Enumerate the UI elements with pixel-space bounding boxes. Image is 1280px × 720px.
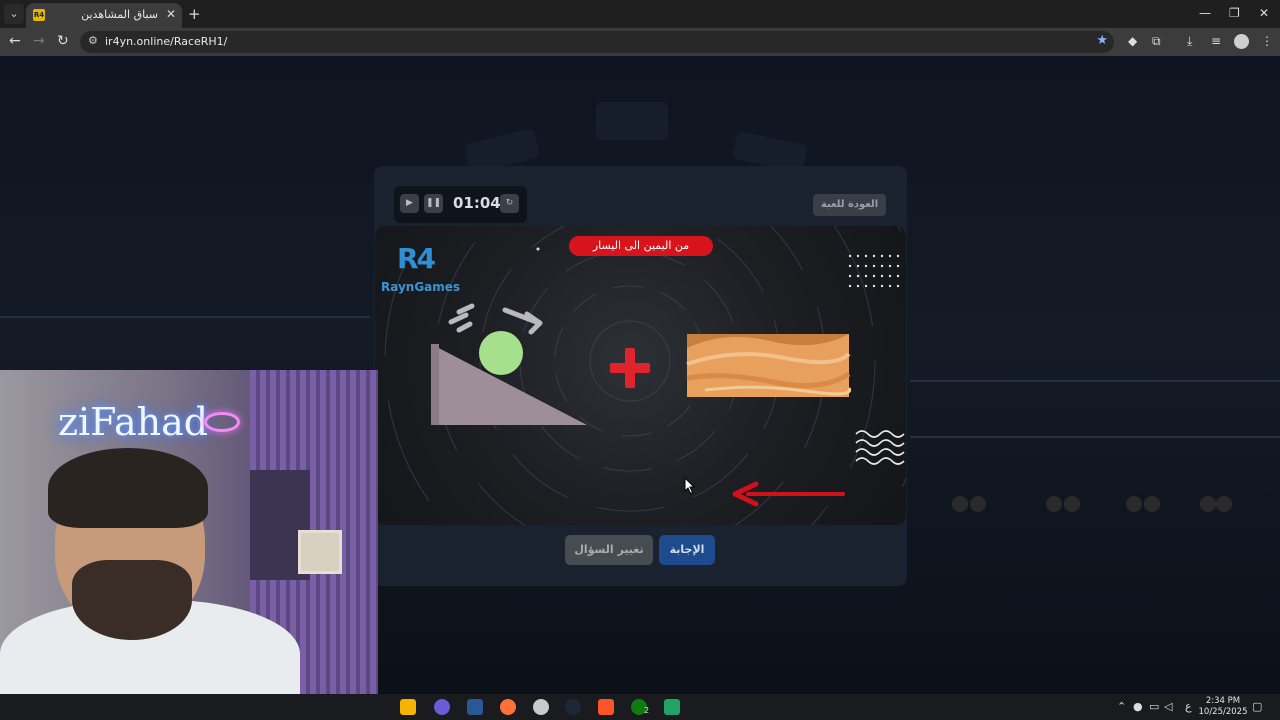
clock-date: 10/25/2025 [1198, 707, 1248, 717]
file-explorer-icon[interactable] [400, 699, 416, 715]
neon-sign: ziFahad [58, 400, 209, 444]
tab-search-button[interactable]: ⌄ [4, 4, 24, 24]
bg-racer [1046, 496, 1062, 512]
browser-tab-strip: ⌄ R4 سباق المشاهدين ✕ + — ❐ ✕ [0, 0, 1280, 28]
system-clock[interactable]: 2:34 PM 10/25/2025 [1198, 696, 1248, 718]
window-close-icon[interactable]: ✕ [1259, 6, 1269, 20]
bg-track-line [910, 380, 1280, 382]
back-arrow-icon[interactable]: ← [9, 33, 21, 49]
streamer-beard [72, 560, 192, 640]
firefox-icon[interactable] [500, 699, 516, 715]
bg-card [596, 102, 668, 140]
tab-favicon: R4 [33, 9, 45, 21]
streamer-hair [48, 448, 208, 528]
steam-icon[interactable] [565, 699, 581, 715]
media-queue-icon[interactable]: ≡ [1211, 34, 1221, 48]
left-arrow-icon [732, 481, 845, 507]
browser-tab[interactable]: R4 سباق المشاهدين ✕ [26, 3, 182, 28]
bg-track-line [910, 436, 1280, 438]
pause-icon[interactable]: ❚❚ [424, 194, 443, 213]
back-to-game-button[interactable]: العودة للعبة [813, 194, 886, 216]
modal-actions: تغيير السؤال الإجابة [374, 535, 907, 567]
download-icon[interactable]: ⤓ [1187, 34, 1192, 49]
bg-racer [952, 496, 968, 512]
brave-icon[interactable] [598, 699, 614, 715]
url-text: ir4yn.online/RaceRH1/ [105, 35, 228, 48]
play-icon[interactable]: ▶ [400, 194, 419, 213]
app-icon[interactable] [533, 699, 549, 715]
ramp-ball-icon [431, 303, 587, 425]
plus-icon [610, 348, 650, 388]
cam-picture-frame [298, 530, 342, 574]
extension-diamond-icon[interactable]: ◆ [1128, 34, 1137, 48]
chevron-up-icon[interactable]: ⌃ [1117, 700, 1126, 713]
logo-mark: R4 [397, 242, 436, 275]
excel-icon[interactable] [664, 699, 680, 715]
answer-button[interactable]: الإجابة [659, 535, 715, 565]
restore-icon[interactable]: ❐ [1229, 6, 1240, 20]
microphone-icon[interactable]: ● [1133, 700, 1143, 713]
close-icon[interactable]: ✕ [166, 7, 176, 21]
planet-icon [204, 412, 240, 432]
logo-name: RaynGames [381, 280, 461, 294]
question-image: من اليمين الى اليسار R4 RaynGames [375, 226, 906, 525]
tab-title: سباق المشاهدين [81, 8, 158, 21]
bg-racer [1144, 496, 1160, 512]
browser-toolbar: ← → ↻ ⚙ ir4yn.online/RaceRH1/ ★ ◆ ⧉ ⤓ ≡ … [0, 28, 1280, 56]
xbox-badge: 2 [644, 706, 650, 715]
sand-dune-icon [686, 334, 852, 397]
discord-icon[interactable] [434, 699, 450, 715]
windows-taskbar: 2 ⌃ ● ▭ ◁ ع 2:34 PM 10/25/2025 ▢ [0, 694, 1280, 720]
bg-racer [1064, 496, 1080, 512]
menu-kebab-icon[interactable]: ⋮ [1261, 34, 1273, 48]
bookmark-star-icon[interactable]: ★ [1096, 33, 1108, 48]
timer-display: 01:04 [453, 194, 501, 212]
rayngames-logo: R4 RaynGames [381, 240, 460, 298]
refresh-icon[interactable]: ↻ [500, 194, 519, 213]
bg-racer [1200, 496, 1216, 512]
dot-grid-decoration [848, 254, 900, 288]
webcam-overlay: ziFahad [0, 370, 378, 694]
bg-racer [1216, 496, 1232, 512]
address-bar[interactable]: ⚙ ir4yn.online/RaceRH1/ ★ [80, 31, 1114, 53]
language-indicator[interactable]: ع [1185, 700, 1192, 713]
volume-icon[interactable]: ◁ [1164, 700, 1172, 713]
question-illustration [375, 226, 906, 525]
network-icon[interactable]: ▭ [1149, 700, 1159, 713]
mouse-cursor-icon [684, 477, 696, 495]
clock-time: 2:34 PM [1205, 696, 1241, 706]
bg-racer [1126, 496, 1142, 512]
site-info-icon[interactable]: ⚙ [88, 34, 98, 47]
change-question-button[interactable]: تغيير السؤال [565, 535, 653, 565]
profile-avatar[interactable] [1234, 34, 1249, 49]
timer-controls: ▶ ❚❚ 01:04 ↻ [394, 186, 527, 223]
question-modal: ▶ ❚❚ 01:04 ↻ العودة للعبة من اليمين الى … [374, 166, 907, 586]
notification-icon[interactable]: ▢ [1252, 700, 1262, 713]
bg-racer [970, 496, 986, 512]
direction-label: من اليمين الى اليسار [569, 236, 713, 256]
minimize-icon[interactable]: — [1199, 6, 1211, 20]
forward-arrow-icon[interactable]: → [33, 33, 45, 49]
extensions-puzzle-icon[interactable]: ⧉ [1152, 34, 1161, 49]
word-icon[interactable] [467, 699, 483, 715]
bg-track-line [0, 316, 370, 318]
new-tab-button[interactable]: + [188, 5, 201, 23]
reload-icon[interactable]: ↻ [57, 33, 69, 49]
